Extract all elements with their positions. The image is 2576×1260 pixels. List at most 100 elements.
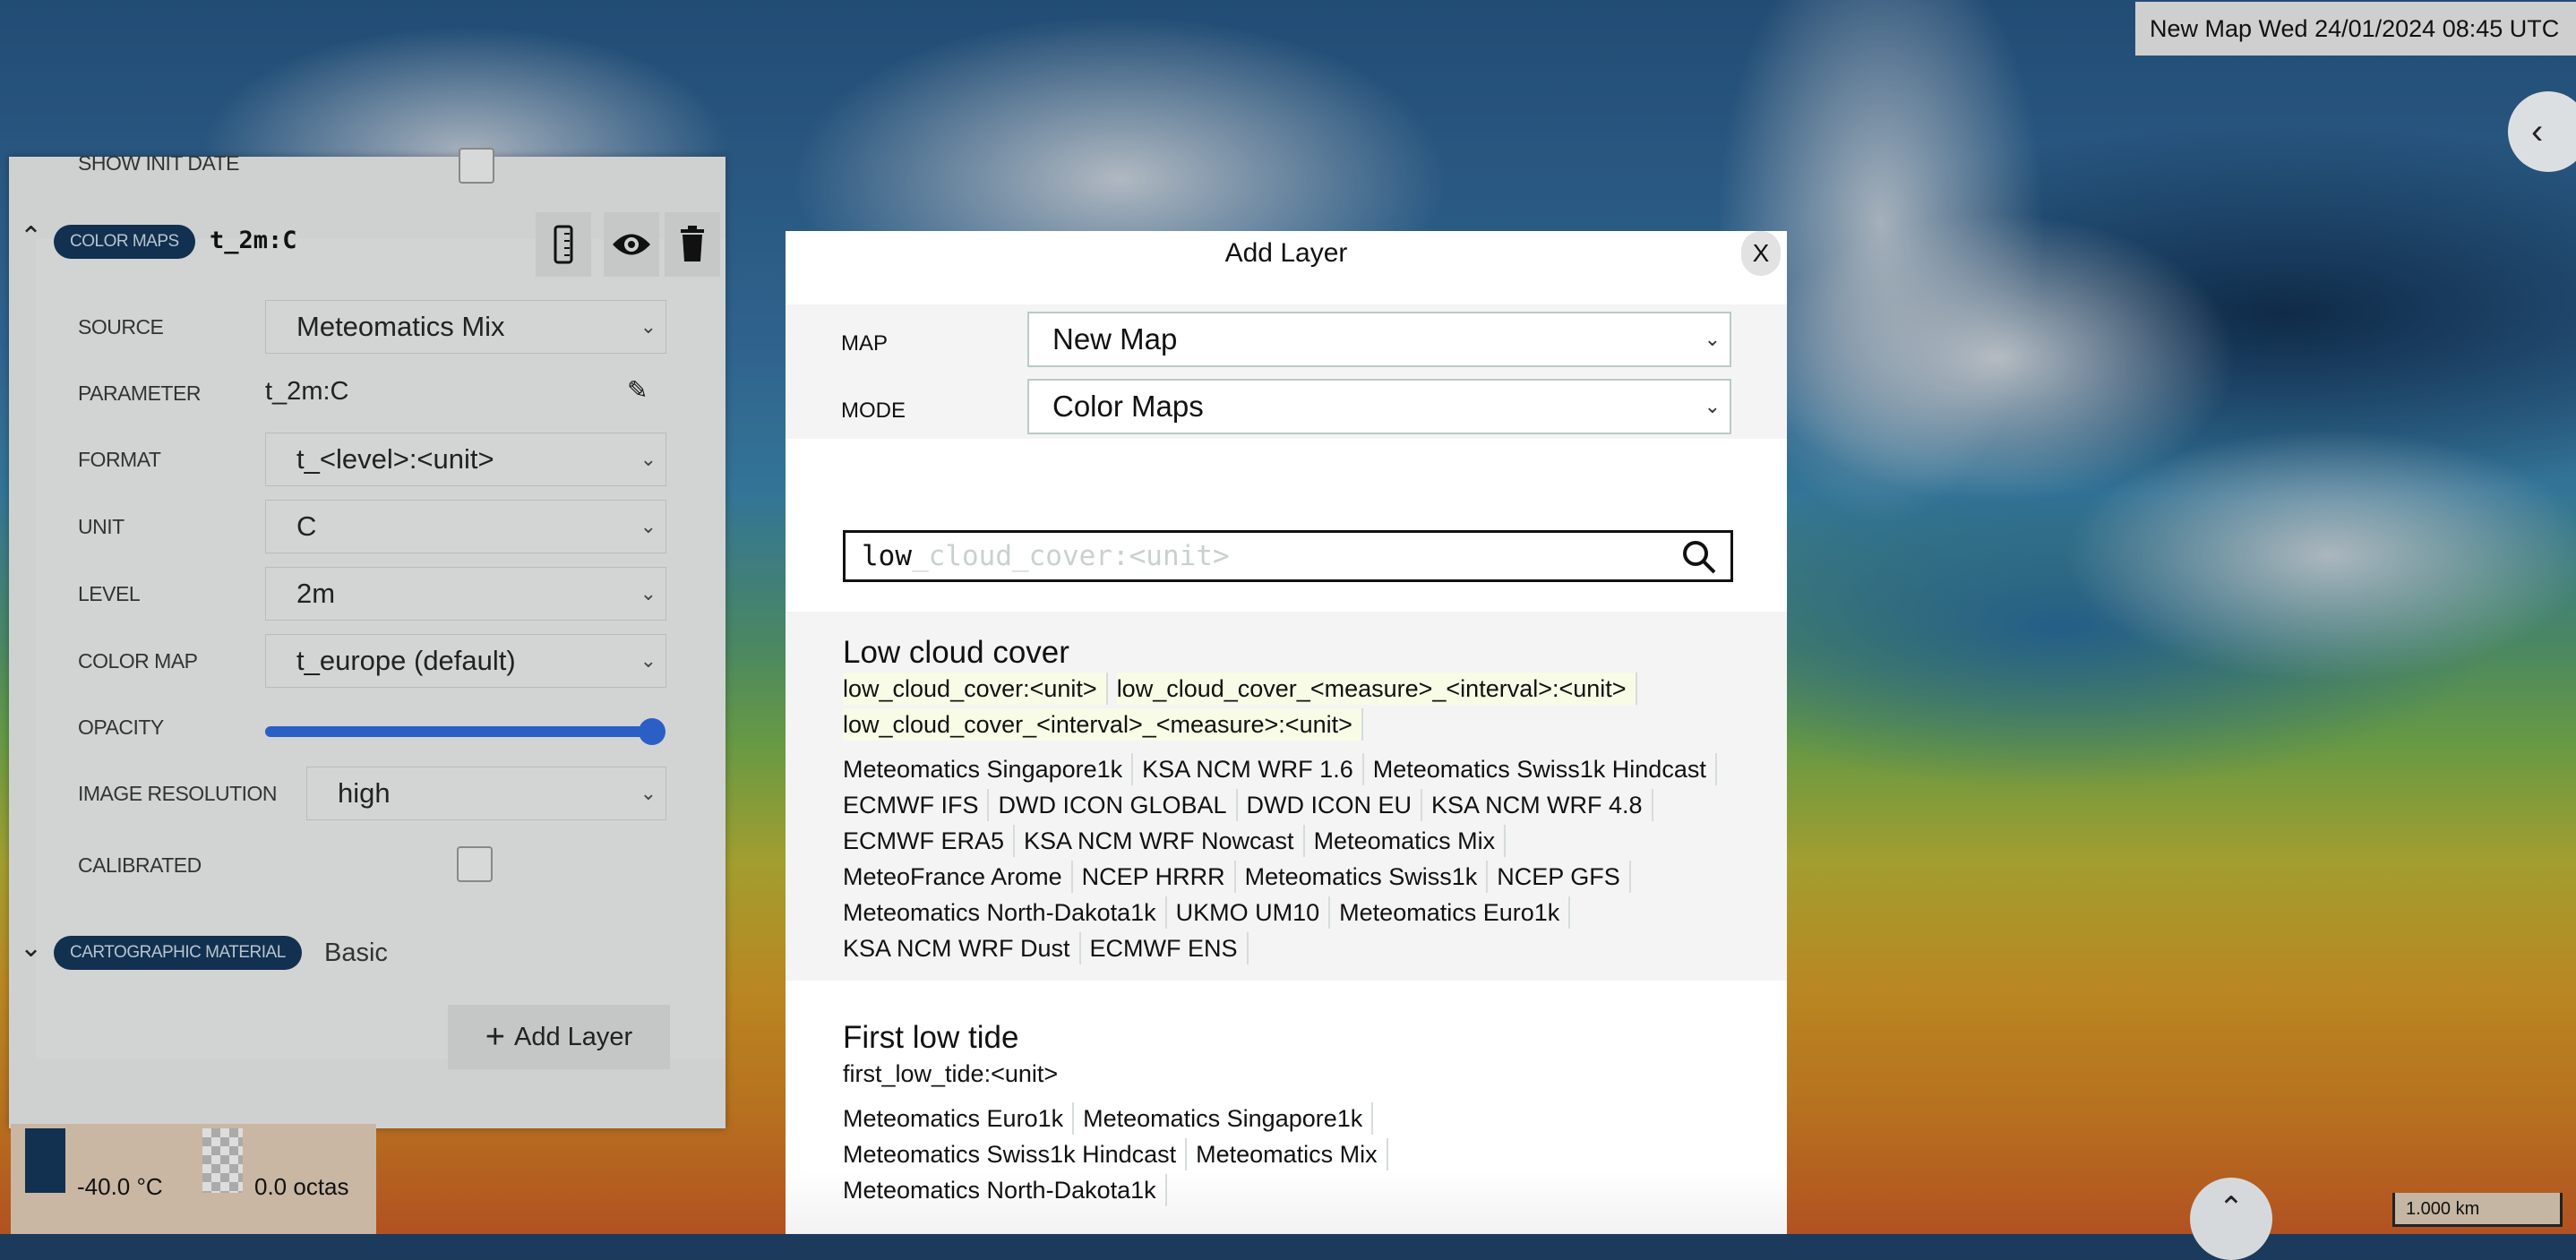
show-init-date-label: SHOW INIT DATE — [78, 151, 240, 175]
opacity-slider[interactable] — [265, 726, 657, 737]
delete-layer-button[interactable] — [665, 212, 720, 277]
close-modal-button[interactable]: X — [1741, 231, 1781, 276]
add-layer-button[interactable]: + Add Layer — [448, 1005, 670, 1069]
chevron-down-icon: ⌄ — [640, 582, 657, 604]
source-option[interactable]: Meteomatics Singapore1k — [1083, 1102, 1374, 1135]
opacity-slider-handle[interactable] — [639, 718, 665, 745]
unit-select[interactable]: C ⌄ — [265, 500, 666, 553]
source-option[interactable]: Meteomatics Mix — [1314, 825, 1507, 857]
mode-select[interactable]: Color Maps ⌄ — [1027, 379, 1731, 434]
format-value: t_<level>:<unit> — [296, 443, 494, 475]
source-option[interactable]: NCEP HRRR — [1082, 861, 1236, 893]
image-resolution-label: IMAGE RESOLUTION — [78, 782, 278, 805]
format-select[interactable]: t_<level>:<unit> ⌄ — [265, 433, 666, 486]
source-option[interactable]: Meteomatics Euro1k — [1339, 896, 1571, 929]
image-resolution-select[interactable]: high ⌄ — [306, 767, 666, 820]
color-map-label: COLOR MAP — [78, 649, 198, 673]
chevron-down-icon[interactable]: ⌄ — [20, 932, 42, 964]
search-result[interactable]: Low cloud cover low_cloud_cover:<unit> lo… — [786, 612, 1787, 981]
chevron-left-icon: ‹ — [2531, 111, 2544, 151]
color-map-value: t_europe (default) — [296, 645, 516, 676]
cartographic-badge: CARTOGRAPHIC MATERIAL — [54, 936, 302, 970]
source-option[interactable]: KSA NCM WRF 4.8 — [1431, 789, 1653, 821]
layer-panel: SHOW INIT DATE ⌃ COLOR MAPS t_2m:C SOURC… — [9, 148, 726, 1128]
image-resolution-value: high — [338, 777, 391, 809]
modal-title: Add Layer — [1224, 238, 1348, 268]
unit-label: UNIT — [78, 515, 125, 538]
search-icon[interactable] — [1680, 538, 1718, 576]
add-layer-label: Add Layer — [514, 1022, 633, 1051]
source-option[interactable]: Meteomatics Swiss1k — [1245, 861, 1489, 893]
search-result[interactable]: First low tide first_low_tide:<unit> Met… — [786, 981, 1787, 1234]
chevron-down-icon: ⌄ — [640, 315, 657, 338]
chevron-down-icon: ⌄ — [640, 782, 657, 804]
edit-parameter-icon[interactable]: ✎ — [627, 375, 648, 405]
mode-label: MODE — [841, 399, 906, 423]
source-option[interactable]: KSA NCM WRF 1.6 — [1142, 753, 1364, 785]
source-label: SOURCE — [78, 315, 164, 339]
calibrated-checkbox[interactable] — [457, 846, 493, 882]
parameter-option[interactable]: low_cloud_cover_<measure>_<interval>:<un… — [1116, 673, 1637, 705]
source-option[interactable]: Meteomatics Singapore1k — [843, 753, 1134, 785]
level-select[interactable]: 2m ⌄ — [265, 567, 666, 621]
search-typed-text: low — [862, 540, 912, 572]
result-title: Low cloud cover — [843, 635, 1069, 670]
source-option[interactable]: DWD ICON GLOBAL — [998, 789, 1238, 821]
parameter-option[interactable]: low_cloud_cover_<interval>_<measure>:<un… — [843, 708, 1363, 741]
parameter-option[interactable]: low_cloud_cover:<unit> — [843, 673, 1108, 705]
map-label: MAP — [841, 331, 889, 356]
source-option[interactable]: Meteomatics North-Dakota1k — [843, 1174, 1167, 1206]
chevron-up-icon[interactable]: ⌃ — [20, 221, 42, 253]
source-option[interactable]: MeteoFrance Arome — [843, 861, 1073, 893]
map-datetime: New Map Wed 24/01/2024 08:45 UTC — [2135, 2, 2576, 56]
expand-timeline-button[interactable]: ⌃ — [2190, 1178, 2272, 1260]
add-layer-modal: Add Layer X MAP New Map ⌄ MODE Color Maps… — [786, 231, 1787, 1234]
result-sources: Meteomatics Euro1k Meteomatics Singapore1… — [843, 1102, 1730, 1210]
mode-select-value: Color Maps — [1052, 390, 1204, 423]
chevron-down-icon: ⌄ — [640, 515, 657, 537]
layer-name: t_2m:C — [210, 227, 297, 254]
visibility-button[interactable] — [604, 212, 659, 277]
source-option[interactable]: NCEP GFS — [1497, 861, 1631, 893]
map-select-value: New Map — [1052, 322, 1178, 356]
result-sources: Meteomatics Singapore1k KSA NCM WRF 1.6 Me… — [843, 753, 1730, 968]
source-option[interactable]: KSA NCM WRF Nowcast — [1024, 825, 1305, 857]
parameter-search-input[interactable]: low _cloud_cover:<unit> — [843, 530, 1733, 582]
source-select[interactable]: Meteomatics Mix ⌄ — [265, 300, 666, 354]
level-value: 2m — [296, 578, 336, 609]
source-option[interactable]: Meteomatics Swiss1k Hindcast — [843, 1138, 1188, 1170]
cartographic-name: Basic — [324, 939, 388, 967]
legend-button[interactable] — [536, 212, 591, 277]
source-option[interactable]: ECMWF IFS — [843, 789, 990, 821]
plus-icon: + — [485, 1017, 505, 1056]
temperature-colorbar — [25, 1128, 65, 1193]
source-option[interactable]: Meteomatics Swiss1k Hindcast — [1373, 753, 1717, 785]
source-option[interactable]: DWD ICON EU — [1247, 789, 1423, 821]
trash-icon — [681, 226, 704, 261]
parameter-label: PARAMETER — [78, 381, 201, 405]
cloud-colorbar — [202, 1128, 243, 1193]
result-parameters: low_cloud_cover:<unit> low_cloud_cover_<m… — [843, 673, 1730, 744]
modal-form: MAP New Map ⌄ MODE Color Maps ⌄ — [786, 304, 1787, 439]
source-option[interactable]: ECMWF ERA5 — [843, 825, 1016, 857]
color-map-select[interactable]: t_europe (default) ⌄ — [265, 634, 666, 688]
result-parameters: first_low_tide:<unit> — [843, 1058, 1730, 1093]
source-option[interactable]: Meteomatics North-Dakota1k — [843, 896, 1167, 929]
source-option[interactable]: Meteomatics Mix — [1196, 1138, 1388, 1170]
parameter-option[interactable]: first_low_tide:<unit> — [843, 1058, 1067, 1090]
level-label: LEVEL — [78, 582, 141, 605]
layer-type-badge: COLOR MAPS — [54, 225, 195, 259]
source-option[interactable]: Meteomatics Euro1k — [843, 1102, 1075, 1135]
chevron-up-icon: ⌃ — [2218, 1191, 2245, 1225]
format-label: FORMAT — [78, 448, 161, 471]
ruler-icon — [554, 225, 573, 264]
source-option[interactable]: ECMWF ENS — [1090, 932, 1249, 964]
parameter-value: t_2m:C — [265, 377, 349, 406]
map-select[interactable]: New Map ⌄ — [1027, 312, 1731, 367]
show-init-date-checkbox[interactable] — [459, 148, 494, 184]
chevron-down-icon: ⌄ — [1704, 328, 1721, 350]
chevron-down-icon: ⌄ — [1704, 395, 1721, 417]
source-option[interactable]: UKMO UM10 — [1176, 896, 1331, 929]
source-value: Meteomatics Mix — [296, 311, 505, 342]
source-option[interactable]: KSA NCM WRF Dust — [843, 932, 1081, 964]
